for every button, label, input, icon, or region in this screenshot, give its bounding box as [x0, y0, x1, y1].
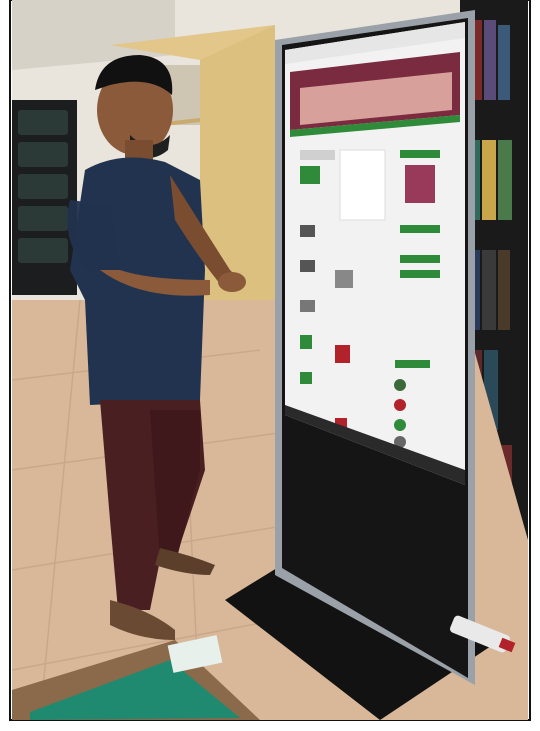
man-hand: [218, 272, 246, 292]
left-shelf-bins: [18, 110, 68, 263]
scene: [9, 0, 531, 721]
photo-frame: [0, 0, 540, 731]
